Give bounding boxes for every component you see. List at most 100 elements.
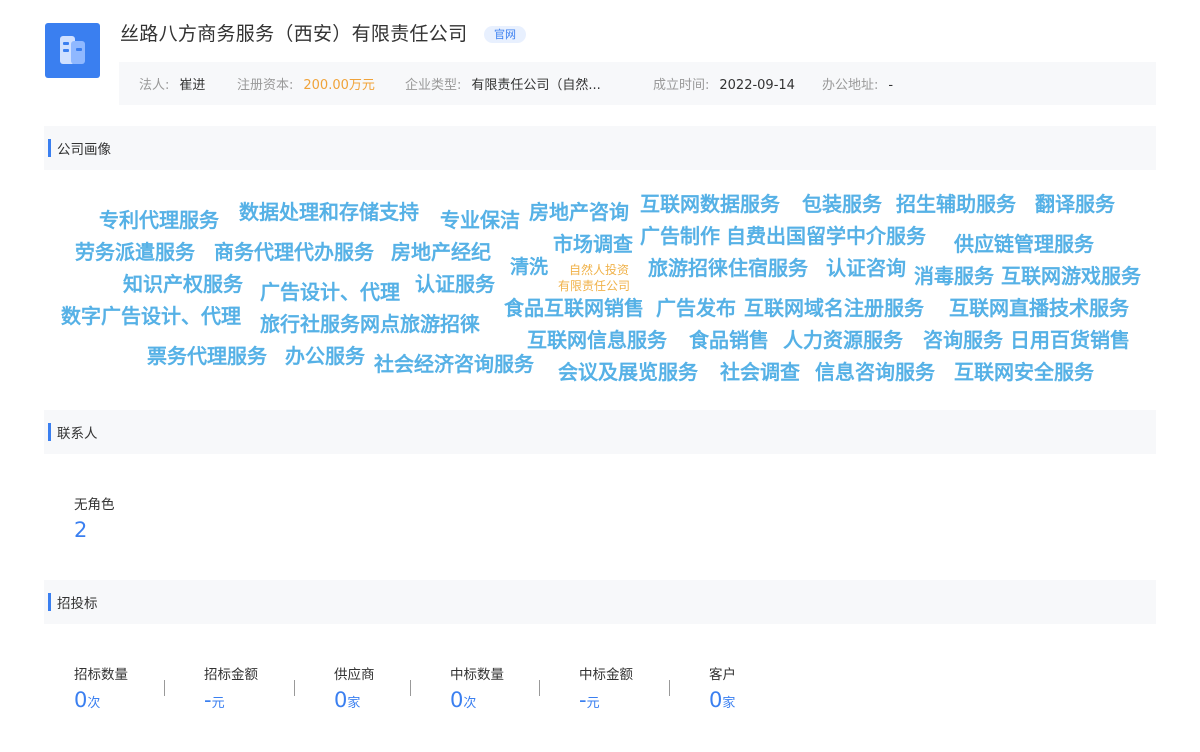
cloud-word: 互联网数据服务	[640, 192, 780, 216]
bidding-section-title: 招投标	[57, 596, 98, 612]
cloud-word: 互联网域名注册服务	[744, 296, 924, 320]
contact-role-group[interactable]: 无角色 2	[74, 493, 115, 542]
contacts-section-header: 联系人	[44, 410, 1156, 454]
cloud-word: 票务代理服务	[147, 344, 267, 368]
customer-stat: 客户 0家	[709, 663, 736, 712]
cloud-word: 互联网游戏服务	[1001, 264, 1141, 288]
official-site-badge[interactable]: 官网	[484, 26, 526, 43]
stat-divider	[410, 680, 411, 696]
address-value: -	[888, 78, 894, 93]
cloud-word: 数字广告设计、代理	[61, 304, 241, 328]
bid-count-stat: 招标数量 0次	[74, 663, 128, 712]
cloud-word: 互联网信息服务	[527, 328, 667, 352]
address-label: 办公地址:	[822, 78, 879, 93]
cloud-word-highlight: 自然人投资	[569, 263, 630, 277]
legal-person-label: 法人:	[139, 78, 170, 93]
cloud-word: 人力资源服务	[783, 328, 903, 352]
cloud-word: 专业保洁	[440, 208, 520, 232]
cloud-word: 食品销售	[689, 328, 769, 352]
stat-label: 客户	[709, 667, 736, 683]
stat-divider	[669, 680, 670, 696]
bid-amount-stat: 招标金额 -元	[204, 663, 258, 712]
stat-unit: 次	[87, 696, 101, 711]
cloud-word: 房地产经纪	[391, 240, 491, 264]
stat-divider	[294, 680, 295, 696]
founded-label: 成立时间:	[653, 78, 710, 93]
cloud-word: 咨询服务	[923, 328, 1003, 352]
cloud-word: 供应链管理服务	[954, 232, 1094, 256]
section-accent-bar	[48, 139, 51, 157]
stat-value[interactable]: 0	[450, 688, 463, 712]
stat-unit: 家	[347, 696, 361, 711]
cloud-word: 知识产权服务	[123, 272, 243, 296]
capital-field: 注册资本: 200.00万元	[237, 74, 375, 93]
cloud-word: 广告制作	[640, 224, 720, 248]
stat-unit: 元	[211, 696, 225, 711]
company-portrait-word-cloud: 专利代理服务 数据处理和存储支持 专业保洁 房地产咨询 互联网数据服务 包装服务…	[44, 186, 1156, 396]
building-icon-right	[71, 41, 85, 64]
bidding-section-header: 招投标	[44, 580, 1156, 624]
cloud-word: 食品互联网销售	[504, 296, 644, 320]
legal-person-value[interactable]: 崔进	[179, 78, 205, 93]
role-count[interactable]: 2	[74, 518, 115, 542]
stat-label: 招标数量	[74, 667, 128, 683]
cloud-word: 包装服务	[802, 192, 882, 216]
stat-value[interactable]: 0	[334, 688, 347, 712]
company-logo	[45, 23, 100, 78]
cloud-word: 广告设计、代理	[260, 280, 400, 304]
cloud-word: 专利代理服务	[99, 208, 219, 232]
stat-value[interactable]: 0	[74, 688, 87, 712]
cloud-word: 办公服务	[285, 344, 365, 368]
cloud-word: 广告发布	[656, 296, 736, 320]
founded-value: 2022-09-14	[719, 78, 795, 93]
stat-value[interactable]: 0	[709, 688, 722, 712]
portrait-section-title: 公司画像	[57, 142, 111, 158]
founded-field: 成立时间: 2022-09-14	[653, 74, 795, 93]
company-name: 丝路八方商务服务（西安）有限责任公司	[120, 23, 468, 45]
cloud-word: 市场调查	[553, 232, 633, 256]
cloud-word-highlight: 有限责任公司	[558, 279, 631, 293]
stat-divider	[539, 680, 540, 696]
cloud-word: 劳务派遣服务	[75, 240, 195, 264]
stat-label: 中标数量	[450, 667, 504, 683]
cloud-word: 认证咨询	[826, 256, 906, 280]
cloud-word: 房地产咨询	[529, 200, 629, 224]
supplier-stat: 供应商 0家	[334, 663, 375, 712]
stat-unit: 家	[722, 696, 736, 711]
stat-unit: 元	[586, 696, 600, 711]
company-type-label: 企业类型:	[405, 78, 462, 93]
cloud-word: 认证服务	[415, 272, 495, 296]
cloud-word: 会议及展览服务	[558, 360, 698, 384]
cloud-word: 信息咨询服务	[815, 360, 935, 384]
cloud-word: 旅游招徕住宿服务	[648, 256, 808, 280]
win-amount-stat: 中标金额 -元	[579, 663, 633, 712]
win-count-stat: 中标数量 0次	[450, 663, 504, 712]
cloud-word: 旅行社服务网点旅游招徕	[260, 312, 480, 336]
legal-person-field: 法人: 崔进	[139, 74, 205, 93]
stat-value: -	[204, 688, 212, 712]
capital-label: 注册资本:	[237, 78, 294, 93]
company-type-field: 企业类型: 有限责任公司（自然...	[405, 74, 601, 93]
cloud-word: 商务代理代办服务	[214, 240, 374, 264]
stat-label: 中标金额	[579, 667, 633, 683]
cloud-word: 社会经济咨询服务	[374, 352, 534, 376]
cloud-word: 社会调查	[720, 360, 800, 384]
stat-divider	[164, 680, 165, 696]
stat-label: 招标金额	[204, 667, 258, 683]
capital-value: 200.00万元	[303, 78, 375, 93]
section-accent-bar	[48, 423, 51, 441]
portrait-section-header: 公司画像	[44, 126, 1156, 170]
role-label: 无角色	[74, 497, 115, 513]
cloud-word: 消毒服务	[914, 264, 994, 288]
stat-unit: 次	[463, 696, 477, 711]
company-type-value: 有限责任公司（自然...	[471, 78, 601, 93]
cloud-word: 清洗	[510, 256, 549, 278]
cloud-word: 招生辅助服务	[896, 192, 1016, 216]
cloud-word: 日用百货销售	[1010, 328, 1130, 352]
company-info-bar: 法人: 崔进 注册资本: 200.00万元 企业类型: 有限责任公司（自然... 成立…	[119, 62, 1156, 105]
cloud-word: 数据处理和存储支持	[239, 200, 419, 224]
contacts-section-title: 联系人	[57, 426, 98, 442]
cloud-word: 互联网直播技术服务	[949, 296, 1129, 320]
address-field: 办公地址: -	[822, 74, 893, 93]
cloud-word: 自费出国留学中介服务	[726, 224, 926, 248]
